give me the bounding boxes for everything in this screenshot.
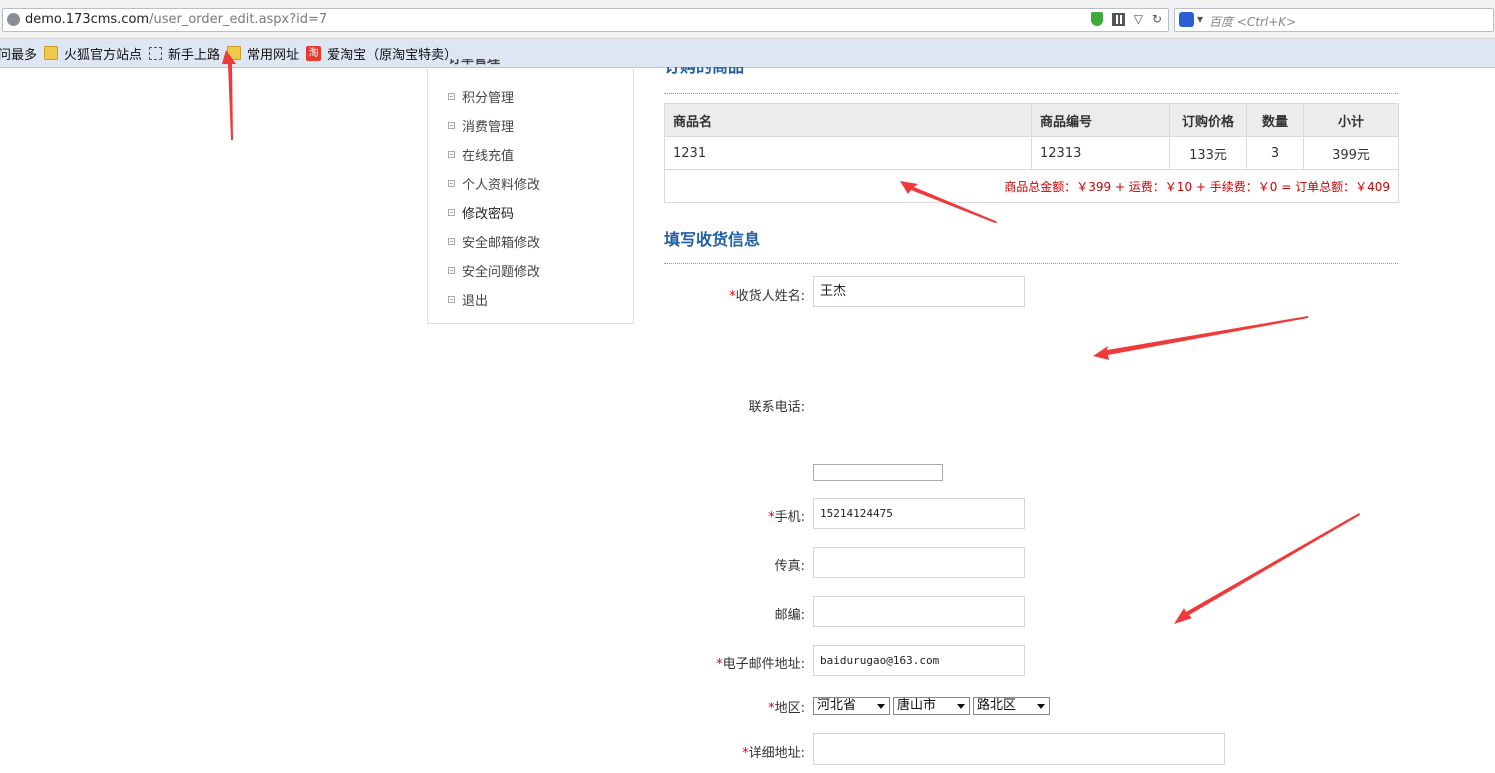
dropdown-icon[interactable]: ▽ — [1134, 12, 1143, 26]
district-select[interactable]: 路北区 — [973, 697, 1050, 715]
divider — [664, 263, 1398, 264]
chevron-down-icon — [957, 704, 965, 709]
sidebar-item-profile[interactable]: 个人资料修改 — [448, 174, 540, 193]
column-header: 小计 — [1303, 103, 1399, 137]
expand-icon — [448, 180, 455, 187]
bookmarks-bar: 问最多 火狐官方站点 新手上路 常用网址 淘爱淘宝（原淘宝特卖） — [0, 39, 1495, 68]
total-row: 商品总金额：￥399 + 运费：￥10 + 手续费：￥0 = 订单总额：￥409 — [664, 169, 1399, 203]
annotation-arrow-email — [1174, 513, 1360, 624]
expand-icon — [448, 151, 455, 158]
address-label: *详细地址: — [742, 746, 805, 761]
email-input[interactable]: baidurugao@163.com — [813, 645, 1025, 676]
baidu-paw-icon[interactable] — [1179, 12, 1194, 27]
qr-code-icon[interactable] — [1111, 12, 1125, 26]
phone-input[interactable] — [813, 464, 943, 481]
dashed-box-icon — [149, 46, 163, 60]
sidebar-item-recharge[interactable]: 在线充值 — [448, 145, 514, 164]
sidebar-item-label: 退出 — [462, 294, 489, 309]
quantity-cell: 3 — [1246, 136, 1304, 170]
city-select[interactable]: 唐山市 — [893, 697, 970, 715]
fax-input[interactable] — [813, 547, 1025, 578]
expand-icon — [448, 93, 455, 100]
expand-icon — [448, 296, 455, 303]
bookmark-common-sites[interactable]: 常用网址 — [227, 44, 299, 63]
expand-icon — [448, 238, 455, 245]
sidebar-item-points[interactable]: 积分管理 — [448, 87, 514, 106]
search-box[interactable]: ▾ 百度 <Ctrl+K> — [1174, 8, 1494, 32]
column-header: 商品编号 — [1031, 103, 1170, 137]
expand-icon — [448, 267, 455, 274]
sidebar-item-label: 在线充值 — [462, 149, 515, 164]
sidebar-item-order-management[interactable]: 订单管理 — [448, 59, 500, 69]
price-cell: 133元 — [1169, 136, 1247, 170]
globe-icon — [7, 13, 20, 26]
annotation-arrow-phone — [1093, 316, 1308, 360]
bookmark-most-visited[interactable]: 问最多 — [0, 44, 37, 63]
expand-icon — [448, 209, 455, 216]
mobile-label: *手机: — [768, 510, 805, 525]
product-name-cell: 1231 — [664, 136, 1032, 170]
phone-label: 联系电话: — [748, 400, 805, 415]
taobao-icon: 淘 — [306, 45, 322, 61]
url-text[interactable]: demo.173cms.com/user_order_edit.aspx?id=… — [25, 12, 327, 27]
order-items-table: 商品名 商品编号 订购价格 数量 小计 1231 12313 133元 3 39… — [664, 103, 1399, 203]
bookmark-label: 常用网址 — [247, 47, 300, 63]
zip-label: 邮编: — [774, 608, 805, 623]
product-code-cell: 12313 — [1031, 136, 1170, 170]
table-row: 1231 12313 133元 3 399元 — [664, 136, 1399, 170]
column-header: 订购价格 — [1169, 103, 1247, 137]
shipping-info-title: 填写收货信息 — [664, 230, 761, 249]
browser-toolbar: demo.173cms.com/user_order_edit.aspx?id=… — [0, 0, 1495, 39]
table-header-row: 商品名 商品编号 订购价格 数量 小计 — [664, 103, 1399, 137]
bookmark-label: 新手上路 — [168, 47, 221, 63]
sidebar-item-label: 积分管理 — [462, 91, 515, 106]
sidebar-item-consumption[interactable]: 消费管理 — [448, 116, 514, 135]
recipient-name-input[interactable]: 王杰 — [813, 276, 1025, 307]
bookmark-label: 火狐官方站点 — [64, 47, 143, 63]
engine-dropdown-icon[interactable]: ▾ — [1197, 12, 1203, 26]
bookmark-label: 爱淘宝（原淘宝特卖） — [327, 47, 458, 63]
reload-icon[interactable]: ↻ — [1152, 12, 1162, 26]
sidebar-item-label: 修改密码 — [462, 207, 515, 222]
order-total-text: 商品总金额：￥399 + 运费：￥10 + 手续费：￥0 = 订单总额：￥409 — [664, 169, 1399, 203]
bookmark-label: 问最多 — [0, 47, 38, 63]
subtotal-cell: 399元 — [1303, 136, 1399, 170]
user-sidebar: 订单管理 积分管理 消费管理 在线充值 个人资料修改 修改密码 安全邮箱修改 安… — [427, 59, 634, 324]
sidebar-item-label: 消费管理 — [462, 120, 515, 135]
column-header: 数量 — [1246, 103, 1304, 137]
ordered-items-title: 订购的商品 — [664, 67, 744, 76]
zip-input[interactable] — [813, 596, 1025, 627]
search-placeholder: 百度 <Ctrl+K> — [1209, 15, 1297, 29]
bookmark-getting-started[interactable]: 新手上路 — [149, 44, 220, 63]
expand-icon — [448, 122, 455, 129]
mobile-input[interactable]: 15214124475 — [813, 498, 1025, 529]
province-select[interactable]: 河北省 — [813, 697, 890, 715]
shield-icon[interactable] — [1090, 12, 1103, 26]
email-label: *电子邮件地址: — [716, 657, 805, 672]
sidebar-item-security-question[interactable]: 安全问题修改 — [448, 261, 540, 280]
address-input[interactable] — [813, 733, 1225, 765]
folder-icon — [44, 46, 59, 60]
chevron-down-icon — [877, 704, 885, 709]
sidebar-item-label: 安全邮箱修改 — [462, 236, 541, 251]
bookmark-firefox-site[interactable]: 火狐官方站点 — [44, 44, 142, 63]
sidebar-item-password[interactable]: 修改密码 — [448, 203, 514, 222]
fax-label: 传真: — [774, 559, 805, 574]
folder-icon — [227, 46, 242, 60]
bookmark-aitaobao[interactable]: 淘爱淘宝（原淘宝特卖） — [306, 44, 457, 63]
column-header: 商品名 — [664, 103, 1032, 137]
recipient-name-label: *收货人姓名: — [729, 289, 805, 304]
sidebar-item-security-email[interactable]: 安全邮箱修改 — [448, 232, 540, 251]
chevron-down-icon — [1037, 704, 1045, 709]
address-bar[interactable]: demo.173cms.com/user_order_edit.aspx?id=… — [2, 8, 1169, 32]
region-label: *地区: — [768, 701, 805, 716]
sidebar-item-label: 个人资料修改 — [462, 178, 541, 193]
sidebar-item-label: 安全问题修改 — [462, 265, 541, 280]
divider — [664, 93, 1398, 94]
sidebar-item-logout[interactable]: 退出 — [448, 290, 488, 309]
